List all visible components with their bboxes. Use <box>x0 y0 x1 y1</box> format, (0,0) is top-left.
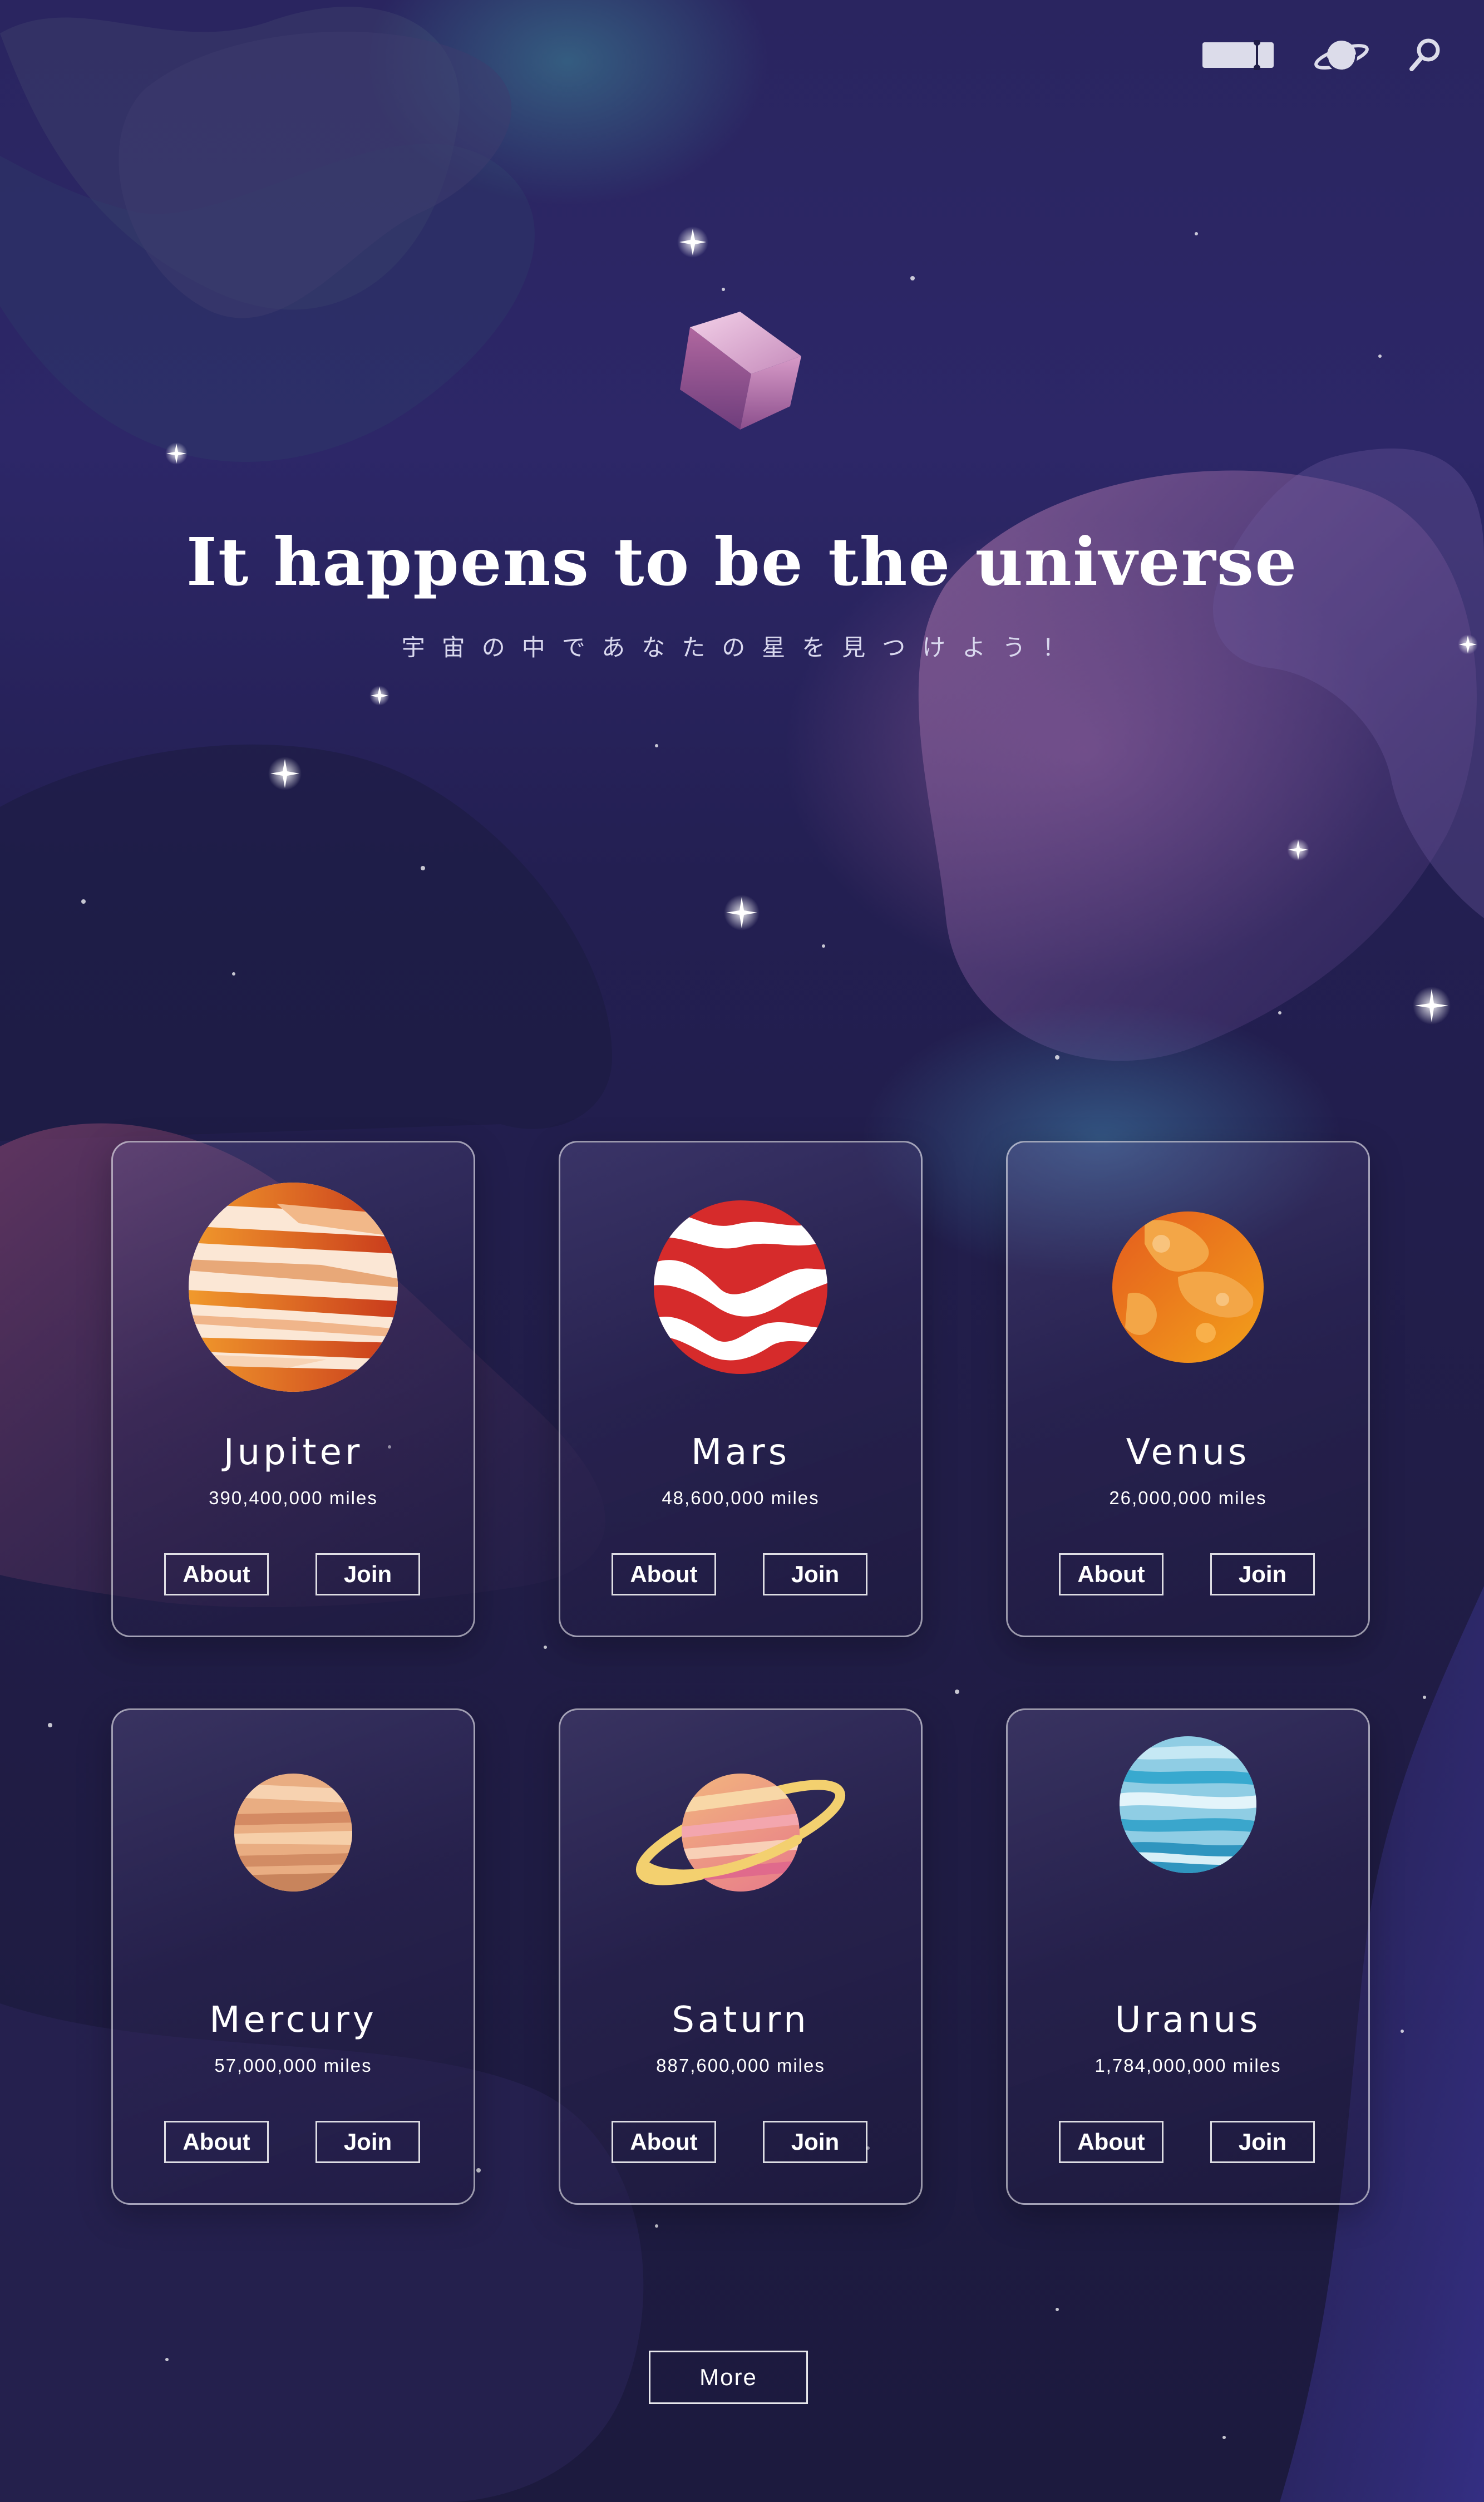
jupiter-icon <box>189 1183 398 1392</box>
join-button[interactable]: Join <box>315 2121 420 2163</box>
join-button[interactable]: Join <box>1210 1553 1315 1595</box>
planet-card-venus: Venus 26,000,000 miles About Join <box>1006 1141 1370 1637</box>
page: It happens to be the universe 宇宙の中であなたの星… <box>0 0 1484 2502</box>
planet-name: Mars <box>691 1432 791 1473</box>
planet-name: Saturn <box>672 1999 810 2041</box>
join-button[interactable]: Join <box>1210 2121 1315 2163</box>
saturn-icon <box>635 1774 846 1892</box>
planet-distance: 57,000,000 miles <box>214 2055 372 2076</box>
about-button[interactable]: About <box>164 1553 269 1595</box>
more-button[interactable]: More <box>649 2351 808 2404</box>
top-nav <box>1201 36 1442 75</box>
planet-name: Venus <box>1126 1432 1250 1473</box>
about-button[interactable]: About <box>612 1553 716 1595</box>
search-icon[interactable] <box>1408 38 1442 72</box>
planet-name: Uranus <box>1115 1999 1261 2041</box>
planet-card-saturn: Saturn 887,600,000 miles About Join <box>559 1708 923 2205</box>
uranus-icon <box>1120 1736 1256 1873</box>
mars-icon <box>654 1200 827 1374</box>
planet-card-mars: Mars 48,600,000 miles About Join <box>559 1141 923 1637</box>
planet-icon[interactable] <box>1314 36 1369 75</box>
about-button[interactable]: About <box>612 2121 716 2163</box>
join-button[interactable]: Join <box>763 2121 867 2163</box>
join-button[interactable]: Join <box>315 1553 420 1595</box>
join-button[interactable]: Join <box>763 1553 867 1595</box>
planet-name: Jupiter <box>223 1432 363 1473</box>
planet-distance: 390,400,000 miles <box>209 1488 378 1508</box>
ticket-icon[interactable] <box>1201 40 1275 70</box>
planet-card-mercury: Mercury 57,000,000 miles About Join <box>111 1708 475 2205</box>
planet-distance: 887,600,000 miles <box>656 2055 825 2076</box>
planet-distance: 26,000,000 miles <box>1109 1488 1267 1508</box>
planet-card-jupiter: Jupiter 390,400,000 miles About Join <box>111 1141 475 1637</box>
planet-name: Mercury <box>209 1999 377 2041</box>
planet-card-uranus: Uranus 1,784,000,000 miles About Join <box>1006 1708 1370 2205</box>
venus-icon <box>1112 1211 1264 1363</box>
mercury-icon <box>234 1774 352 1892</box>
about-button[interactable]: About <box>1059 2121 1163 2163</box>
planet-distance: 48,600,000 miles <box>662 1488 820 1508</box>
planet-distance: 1,784,000,000 miles <box>1094 2055 1281 2076</box>
about-button[interactable]: About <box>1059 1553 1163 1595</box>
about-button[interactable]: About <box>164 2121 269 2163</box>
hero-subtitle: 宇宙の中であなたの星を見つけよう！ <box>401 634 1083 661</box>
hero-title: It happens to be the universe <box>186 523 1298 600</box>
